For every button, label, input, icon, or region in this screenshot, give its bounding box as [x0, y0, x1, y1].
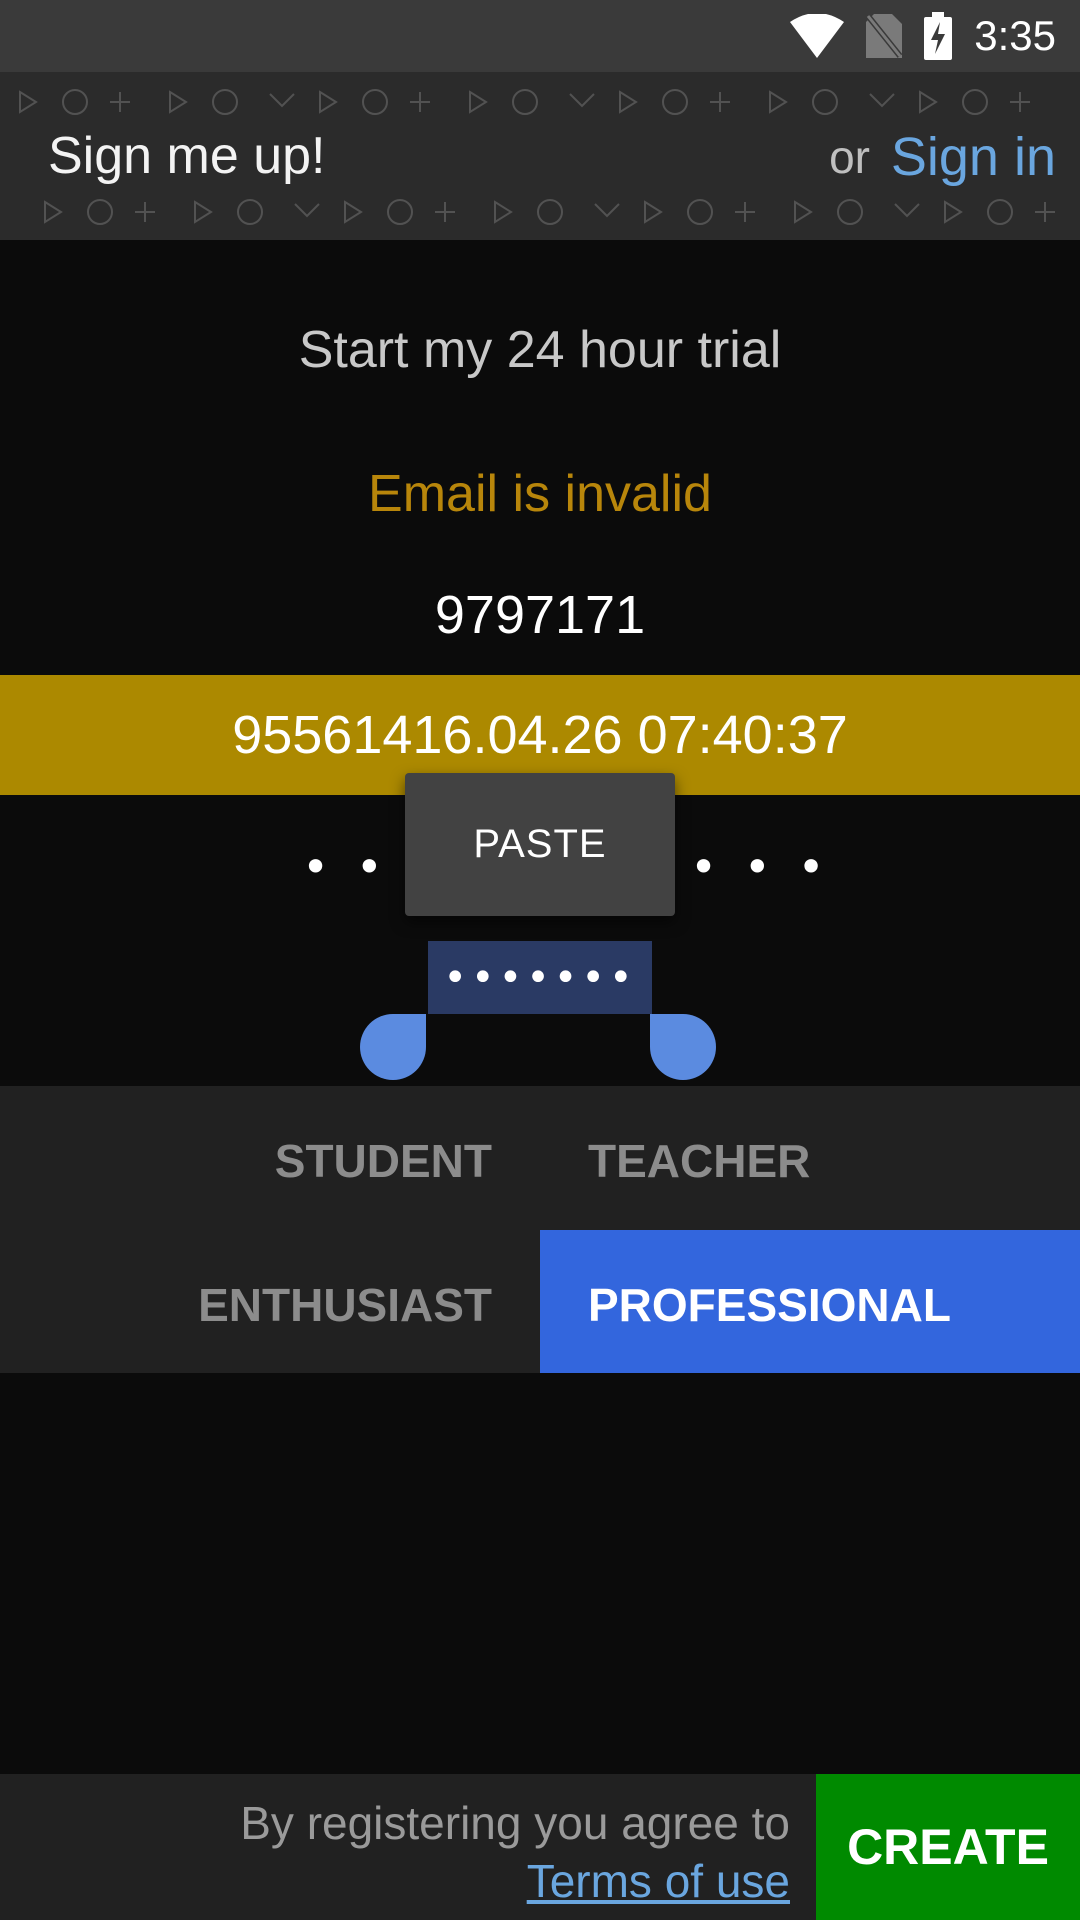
signup-form: Start my 24 hour trial Email is invalid … — [0, 240, 1080, 1086]
or-label: or — [829, 131, 870, 183]
page-title: Sign me up! — [48, 127, 326, 185]
sign-in-link[interactable]: Sign in — [891, 126, 1056, 188]
username-field[interactable]: 9797171 — [0, 584, 1080, 646]
terms-of-use-link[interactable]: Terms of use — [527, 1852, 790, 1910]
wifi-icon — [790, 14, 845, 58]
email-error-message: Email is invalid — [368, 465, 712, 523]
role-professional[interactable]: PROFESSIONAL — [540, 1230, 1080, 1373]
role-professional-label: PROFESSIONAL — [588, 1279, 951, 1331]
selection-handle-left[interactable] — [360, 1014, 426, 1080]
role-selector: STUDENT TEACHER ENTHUSIAST PROFESSIONAL — [0, 1086, 1080, 1373]
create-button[interactable]: CREATE — [816, 1774, 1080, 1920]
status-icons: 3:35 — [790, 12, 1056, 60]
footer-bar: By registering you agree to Terms of use… — [0, 1774, 1080, 1920]
role-enthusiast[interactable]: ENTHUSIAST — [198, 1278, 492, 1332]
role-teacher[interactable]: TEACHER — [588, 1134, 810, 1188]
password-dots-right: • • • — [690, 840, 831, 894]
no-sim-icon — [866, 14, 903, 58]
status-bar: 3:35 — [0, 0, 1080, 72]
trial-title: Start my 24 hour trial — [298, 321, 782, 379]
selection-handle-right[interactable] — [650, 1014, 716, 1080]
battery-charging-icon — [924, 12, 953, 60]
signup-header: Sign me up! or Sign in — [0, 72, 1080, 240]
password-field-selection[interactable]: ••••••• — [428, 941, 652, 1014]
paste-button[interactable]: PASTE — [405, 773, 675, 916]
status-time: 3:35 — [974, 12, 1056, 59]
terms-agreement-text: By registering you agree to — [240, 1797, 790, 1849]
role-student[interactable]: STUDENT — [275, 1134, 492, 1188]
